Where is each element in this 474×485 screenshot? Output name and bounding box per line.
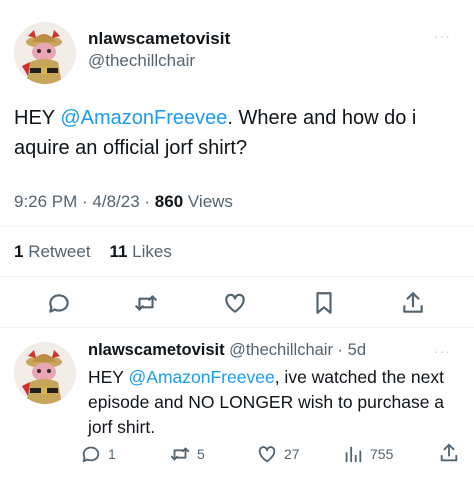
reply-separator: · <box>332 341 348 359</box>
like-icon[interactable] <box>222 290 248 316</box>
reply-avatar[interactable] <box>14 342 76 404</box>
tweet-meta: 9:26 PM · 4/8/23 · 860 Views <box>14 192 233 212</box>
tweet-time[interactable]: 9:26 PM <box>14 192 77 211</box>
divider <box>0 226 474 227</box>
reply-display-name[interactable]: nlawscametovisit <box>88 341 225 359</box>
reply-more-options-icon[interactable]: ··· <box>434 343 451 359</box>
tweet-text-start: HEY <box>14 107 61 129</box>
like-icon <box>258 446 276 463</box>
tweet-text: HEY @AmazonFreevee. Where and how do i a… <box>14 103 454 163</box>
tweet-date[interactable]: 4/8/23 <box>92 192 139 211</box>
more-options-icon[interactable]: ··· <box>434 28 451 44</box>
meta-separator: · <box>139 192 155 211</box>
reply-age[interactable]: 5d <box>348 341 366 359</box>
reply-handle[interactable]: @thechillchair <box>229 341 333 359</box>
share-icon[interactable] <box>400 290 426 316</box>
reply-retweet-button[interactable]: 5 <box>169 443 205 465</box>
reply-like-button[interactable]: 27 <box>256 443 300 465</box>
retweet-icon[interactable] <box>133 290 159 316</box>
reply-share-button[interactable] <box>438 442 460 464</box>
likes-count: 11 <box>109 242 128 261</box>
avatar[interactable] <box>14 22 76 84</box>
views-label: Views <box>183 192 233 211</box>
likes-stat[interactable]: 11 Likes <box>109 242 171 261</box>
reply-views-button[interactable]: 755 <box>342 443 393 465</box>
mention-link[interactable]: @AmazonFreevee <box>60 107 227 129</box>
analytics-icon <box>345 446 362 463</box>
reply-mention-link[interactable]: @AmazonFreevee <box>129 367 275 387</box>
share-icon <box>440 443 458 462</box>
reply-header: nlawscametovisit @thechillchair · 5d <box>88 341 366 360</box>
retweet-count: 5 <box>197 446 205 462</box>
view-count: 755 <box>370 446 394 462</box>
display-name[interactable]: nlawscametovisit <box>88 29 230 49</box>
user-handle[interactable]: @thechillchair <box>88 51 195 71</box>
divider <box>0 327 474 328</box>
views-count: 860 <box>154 192 184 211</box>
reply-text-start: HEY <box>88 367 129 387</box>
like-count: 27 <box>284 446 300 462</box>
reply-icon <box>82 446 100 463</box>
reply-text: HEY @AmazonFreevee, ive watched the next… <box>88 365 468 440</box>
likes-label: Likes <box>127 242 172 261</box>
meta-separator: · <box>77 192 93 211</box>
divider <box>0 276 474 277</box>
retweet-icon <box>170 447 190 461</box>
reply-reply-button[interactable]: 1 <box>80 443 116 465</box>
reply-count: 1 <box>108 446 116 462</box>
engagement-stats: 1 Retweet 11 Likes <box>14 242 172 262</box>
retweets-stat[interactable]: 1 Retweet <box>14 242 91 261</box>
bookmark-icon[interactable] <box>311 290 337 316</box>
reply-icon[interactable] <box>46 290 72 316</box>
retweets-label: Retweet <box>23 242 91 261</box>
